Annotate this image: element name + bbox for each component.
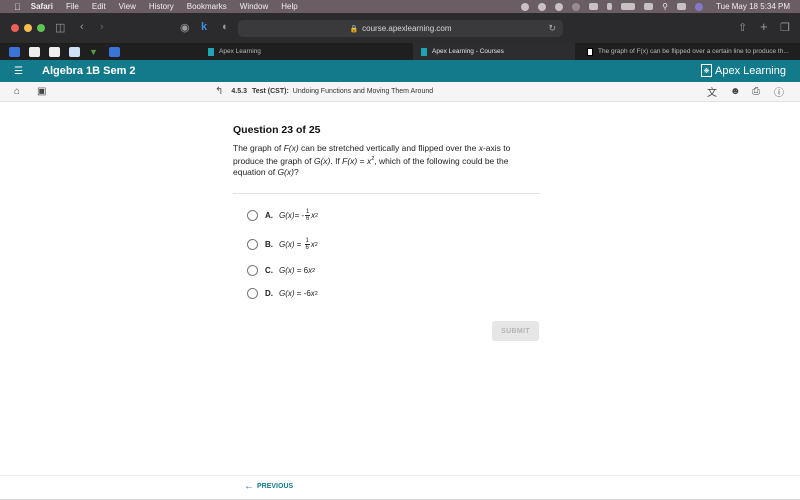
address-bar[interactable]: 🔒 course.apexlearning.com ↻ xyxy=(238,20,563,37)
fraction: 16 xyxy=(305,209,311,222)
bluetooth-icon[interactable] xyxy=(607,3,613,10)
arrow-left-icon: ← xyxy=(244,481,254,492)
briefcase-icon[interactable]: ▣ xyxy=(37,86,46,97)
play-icon[interactable] xyxy=(555,2,564,11)
close-window-button[interactable] xyxy=(11,24,19,32)
menu-history[interactable]: History xyxy=(149,2,174,11)
lock-icon: 🔒 xyxy=(349,25,359,33)
screen-icon[interactable] xyxy=(589,3,599,10)
activity-header: ⌂ ▣ ↰ 4.5.3 Test (CST): Undoing Function… xyxy=(0,82,800,102)
divider xyxy=(233,192,540,194)
tab-apex-learning[interactable]: Apex Learning xyxy=(200,43,413,60)
activity-type: Test (CST): xyxy=(251,88,289,95)
status-icon[interactable] xyxy=(572,2,581,11)
app-header: ☰ Algebra 1B Sem 2 ❋ Apex Learning xyxy=(0,60,800,82)
translate-icon[interactable]: 文 xyxy=(707,84,717,99)
url-text: course.apexlearning.com xyxy=(362,24,452,33)
macos-menubar:  Safari File Edit View History Bookmark… xyxy=(0,0,800,13)
creative-cloud-icon[interactable] xyxy=(521,2,530,11)
apex-favicon-icon xyxy=(208,47,214,56)
radio-button[interactable] xyxy=(247,239,258,250)
window-controls xyxy=(11,24,45,32)
menubar-clock[interactable]: Tue May 18 5:34 PM xyxy=(716,2,790,11)
m-app-icon[interactable] xyxy=(538,2,547,11)
radio-button[interactable] xyxy=(247,210,258,221)
answer-option-b[interactable]: B. G(x) = 16 x2 xyxy=(247,238,318,251)
bookmark-wix-icon-2[interactable] xyxy=(49,46,60,57)
battery-icon[interactable] xyxy=(621,3,636,10)
answer-option-c[interactable]: C. G(x) = 6x2 xyxy=(247,265,315,276)
activity-number: 4.5.3 xyxy=(231,88,247,95)
apex-logo: ❋ Apex Learning xyxy=(701,64,786,77)
bookmark-shield-icon[interactable]: ▼ xyxy=(89,47,100,57)
menu-help[interactable]: Help xyxy=(281,2,297,11)
menu-file[interactable]: File xyxy=(66,2,79,11)
bookmark-docs-icon[interactable] xyxy=(9,46,20,57)
extension-icon[interactable]: ◉ xyxy=(180,21,190,34)
radio-button[interactable] xyxy=(247,288,258,299)
answer-option-a[interactable]: A. G(x) = - 16 x2 xyxy=(247,209,318,222)
browser-toolbar: ◫ ‹ › ◉ k ◐ 🔒 course.apexlearning.com ↻ … xyxy=(0,13,800,43)
reload-icon[interactable]: ↻ xyxy=(548,23,556,34)
menu-window[interactable]: Window xyxy=(240,2,268,11)
tab-brainly-question[interactable]: The graph of F(x) can be flipped over a … xyxy=(575,43,800,60)
radio-button[interactable] xyxy=(247,265,258,276)
home-icon[interactable]: ⌂ xyxy=(14,86,20,97)
bookmark-wix-icon[interactable] xyxy=(29,46,40,57)
tab-bar: ▼ Apex Learning Apex Learning - Courses … xyxy=(0,43,800,60)
apple-menu-icon[interactable]:  xyxy=(14,2,21,12)
apex-favicon-icon xyxy=(421,47,427,56)
print-icon[interactable]: ⎙ xyxy=(752,86,760,97)
text-to-speech-icon[interactable]: ☻ xyxy=(730,86,741,97)
bookmark-docs-icon-2[interactable] xyxy=(109,46,120,57)
privacy-shield-icon[interactable]: ◐ xyxy=(222,21,229,33)
question-number: Question 23 of 25 xyxy=(233,124,321,136)
menu-edit[interactable]: Edit xyxy=(92,2,106,11)
menu-bookmarks[interactable]: Bookmarks xyxy=(187,2,227,11)
answer-option-d[interactable]: D. G(x) = -6 x 2 xyxy=(247,288,318,299)
spotlight-search-icon[interactable]: ⚲ xyxy=(662,2,668,11)
share-icon[interactable]: ⇧ xyxy=(738,21,747,34)
bookmark-pixlr-icon[interactable] xyxy=(69,46,80,57)
course-title: Algebra 1B Sem 2 xyxy=(42,65,136,77)
tab-overview-icon[interactable]: ❐ xyxy=(780,21,790,34)
page-favicon-icon xyxy=(587,47,593,56)
menu-view[interactable]: View xyxy=(119,2,136,11)
fraction: 16 xyxy=(304,238,310,251)
new-tab-icon[interactable]: + xyxy=(760,19,768,34)
forward-icon[interactable]: › xyxy=(100,21,104,33)
sidebar-toggle-icon[interactable]: ◫ xyxy=(55,21,65,34)
activity-title: Undoing Functions and Moving Them Around xyxy=(292,88,434,95)
minimize-window-button[interactable] xyxy=(24,24,32,32)
question-panel: Question 23 of 25 The graph of F(x) can … xyxy=(233,124,540,194)
back-to-unit-icon[interactable]: ↰ xyxy=(215,86,223,97)
breadcrumb: ↰ 4.5.3 Test (CST): Undoing Functions an… xyxy=(215,86,433,97)
previous-button[interactable]: ← PREVIOUS xyxy=(244,481,293,492)
back-icon[interactable]: ‹ xyxy=(80,21,84,33)
zoom-window-button[interactable] xyxy=(37,24,45,32)
course-menu-icon[interactable]: ☰ xyxy=(14,66,26,77)
submit-button[interactable]: SUBMIT xyxy=(492,321,539,341)
tab-apex-courses[interactable]: Apex Learning - Courses xyxy=(413,43,575,60)
siri-icon[interactable] xyxy=(695,2,704,11)
control-center-icon[interactable] xyxy=(677,3,687,10)
wifi-icon[interactable] xyxy=(644,3,654,10)
help-icon[interactable]: ⓘ xyxy=(774,84,784,99)
footer-nav: ← PREVIOUS xyxy=(0,475,800,500)
menu-app[interactable]: Safari xyxy=(31,2,53,11)
apex-logo-icon: ❋ xyxy=(701,64,713,77)
question-prompt: The graph of F(x) can be stretched verti… xyxy=(233,143,511,177)
kami-extension-icon[interactable]: k xyxy=(201,21,207,33)
